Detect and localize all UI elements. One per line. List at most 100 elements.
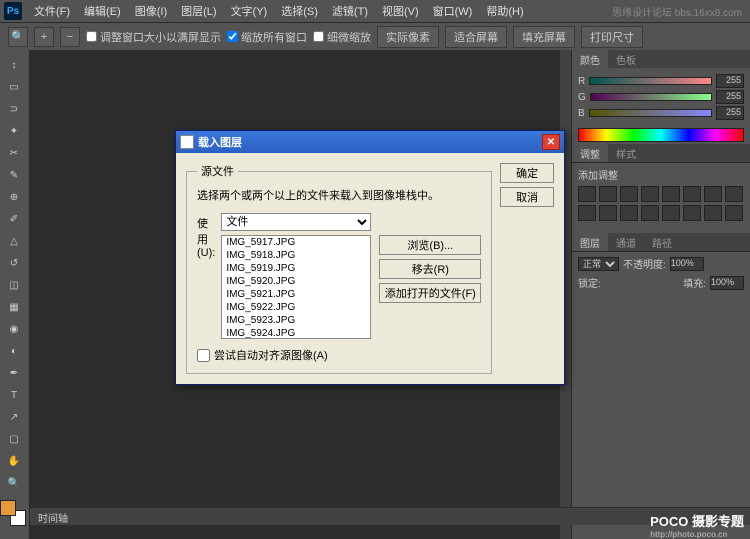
pen-tool-icon[interactable]: ✒ (0, 363, 28, 383)
print-size-button[interactable]: 打印尺寸 (581, 26, 643, 48)
lock-icon[interactable] (653, 277, 665, 289)
blend-mode-select[interactable]: 正常 (578, 257, 619, 271)
close-button[interactable]: ✕ (542, 134, 560, 150)
crop-tool-icon[interactable]: ✂ (0, 143, 28, 163)
zoom-in-icon[interactable]: + (34, 27, 54, 47)
adj-icon[interactable] (620, 205, 638, 221)
stamp-tool-icon[interactable]: △ (0, 231, 28, 251)
history-brush-icon[interactable]: ↺ (0, 253, 28, 273)
fit-screen-button[interactable]: 适合屏幕 (445, 26, 507, 48)
zoom-all-checkbox[interactable]: 缩放所有窗口 (227, 29, 307, 45)
paths-tab[interactable]: 路径 (644, 233, 680, 251)
color-tab[interactable]: 颜色 (572, 50, 608, 68)
spectrum-bar[interactable] (578, 128, 744, 142)
adj-icon[interactable] (683, 186, 701, 202)
adj-icon[interactable] (641, 205, 659, 221)
swatch-tab[interactable]: 色板 (608, 50, 644, 68)
list-item[interactable]: IMG_5924.JPG (222, 327, 370, 339)
r-slider[interactable] (589, 77, 712, 85)
resize-window-checkbox[interactable]: 调整窗口大小以满屏显示 (86, 29, 221, 45)
fg-color-swatch[interactable] (0, 500, 16, 516)
lock-icon[interactable] (637, 277, 649, 289)
lock-icon[interactable] (621, 277, 633, 289)
menu-select[interactable]: 选择(S) (275, 1, 324, 21)
remove-button[interactable]: 移去(R) (379, 259, 481, 279)
marquee-tool-icon[interactable]: ▭ (0, 77, 28, 97)
zoom-tool2-icon[interactable]: 🔍 (0, 473, 28, 493)
list-item[interactable]: IMG_5923.JPG (222, 314, 370, 327)
lasso-tool-icon[interactable]: ⊃ (0, 99, 28, 119)
dodge-tool-icon[interactable]: ◐ (0, 341, 28, 361)
eraser-tool-icon[interactable]: ◫ (0, 275, 28, 295)
opacity-input[interactable]: 100% (670, 257, 704, 271)
cancel-button[interactable]: 取消 (500, 187, 554, 207)
adj-icon[interactable] (578, 205, 596, 221)
path-tool-icon[interactable]: ↗ (0, 407, 28, 427)
menu-help[interactable]: 帮助(H) (480, 1, 529, 21)
eyedropper-tool-icon[interactable]: ✎ (0, 165, 28, 185)
blur-tool-icon[interactable]: ◉ (0, 319, 28, 339)
g-value[interactable]: 255 (716, 90, 744, 104)
fill-input[interactable]: 100% (710, 276, 744, 290)
browse-button[interactable]: 浏览(B)... (379, 235, 481, 255)
scrubby-zoom-checkbox[interactable]: 细微缩放 (313, 29, 371, 45)
style-tab[interactable]: 样式 (608, 144, 644, 162)
timeline-label[interactable]: 时间轴 (38, 514, 68, 525)
list-item[interactable]: IMG_5919.JPG (222, 262, 370, 275)
menu-layer[interactable]: 图层(L) (175, 1, 222, 21)
list-item[interactable]: IMG_5918.JPG (222, 249, 370, 262)
menu-view[interactable]: 视图(V) (376, 1, 425, 21)
adj-icon[interactable] (704, 205, 722, 221)
use-label: 使用(U): (197, 215, 215, 259)
adj-icon[interactable] (683, 205, 701, 221)
brush-tool-icon[interactable]: ✐ (0, 209, 28, 229)
shape-tool-icon[interactable]: ▢ (0, 429, 28, 449)
adj-icon[interactable] (704, 186, 722, 202)
channels-tab[interactable]: 通道 (608, 233, 644, 251)
ok-button[interactable]: 确定 (500, 163, 554, 183)
adj-icon[interactable] (662, 205, 680, 221)
list-item[interactable]: IMG_5920.JPG (222, 275, 370, 288)
auto-align-checkbox[interactable]: 尝试自动对齐源图像(A) (197, 347, 481, 363)
menu-type[interactable]: 文字(Y) (225, 1, 274, 21)
lock-icon[interactable] (605, 277, 617, 289)
adj-icon[interactable] (641, 186, 659, 202)
adj-icon[interactable] (662, 186, 680, 202)
adj-icon[interactable] (725, 186, 743, 202)
type-tool-icon[interactable]: T (0, 385, 28, 405)
list-item[interactable]: IMG_5917.JPG (222, 236, 370, 249)
source-files-group: 源文件 选择两个或两个以上的文件来载入到图像堆栈中。 使用(U): 文件 IMG… (186, 163, 492, 374)
dialog-titlebar[interactable]: 载入图层 ✕ (176, 131, 564, 153)
adj-icon[interactable] (599, 205, 617, 221)
adj-icon[interactable] (578, 186, 596, 202)
b-slider[interactable] (589, 109, 712, 117)
menu-file[interactable]: 文件(F) (28, 1, 76, 21)
zoom-out-icon[interactable]: − (60, 27, 80, 47)
actual-pixels-button[interactable]: 实际像素 (377, 26, 439, 48)
use-select[interactable]: 文件 (221, 213, 371, 231)
hand-tool-icon[interactable]: ✋ (0, 451, 28, 471)
fill-screen-button[interactable]: 填充屏幕 (513, 26, 575, 48)
zoom-tool-icon[interactable]: 🔍 (8, 27, 28, 47)
adj-icon[interactable] (725, 205, 743, 221)
adj-icon[interactable] (599, 186, 617, 202)
menu-image[interactable]: 图像(I) (129, 1, 173, 21)
menu-filter[interactable]: 滤镜(T) (326, 1, 374, 21)
healing-tool-icon[interactable]: ⊕ (0, 187, 28, 207)
file-listbox[interactable]: IMG_5917.JPG IMG_5918.JPG IMG_5919.JPG I… (221, 235, 371, 339)
adj-icon[interactable] (620, 186, 638, 202)
add-open-files-button[interactable]: 添加打开的文件(F) (379, 283, 481, 303)
menu-edit[interactable]: 编辑(E) (78, 1, 127, 21)
list-item[interactable]: IMG_5922.JPG (222, 301, 370, 314)
g-slider[interactable] (590, 93, 712, 101)
list-item[interactable]: IMG_5921.JPG (222, 288, 370, 301)
b-value[interactable]: 255 (716, 106, 744, 120)
gradient-tool-icon[interactable]: ▦ (0, 297, 28, 317)
adjust-tab[interactable]: 调整 (572, 144, 608, 162)
move-tool-icon[interactable]: ↕ (0, 55, 28, 75)
layers-tab[interactable]: 图层 (572, 233, 608, 251)
menu-window[interactable]: 窗口(W) (427, 1, 479, 21)
wand-tool-icon[interactable]: ✦ (0, 121, 28, 141)
color-swatches[interactable] (0, 500, 26, 526)
r-value[interactable]: 255 (716, 74, 744, 88)
